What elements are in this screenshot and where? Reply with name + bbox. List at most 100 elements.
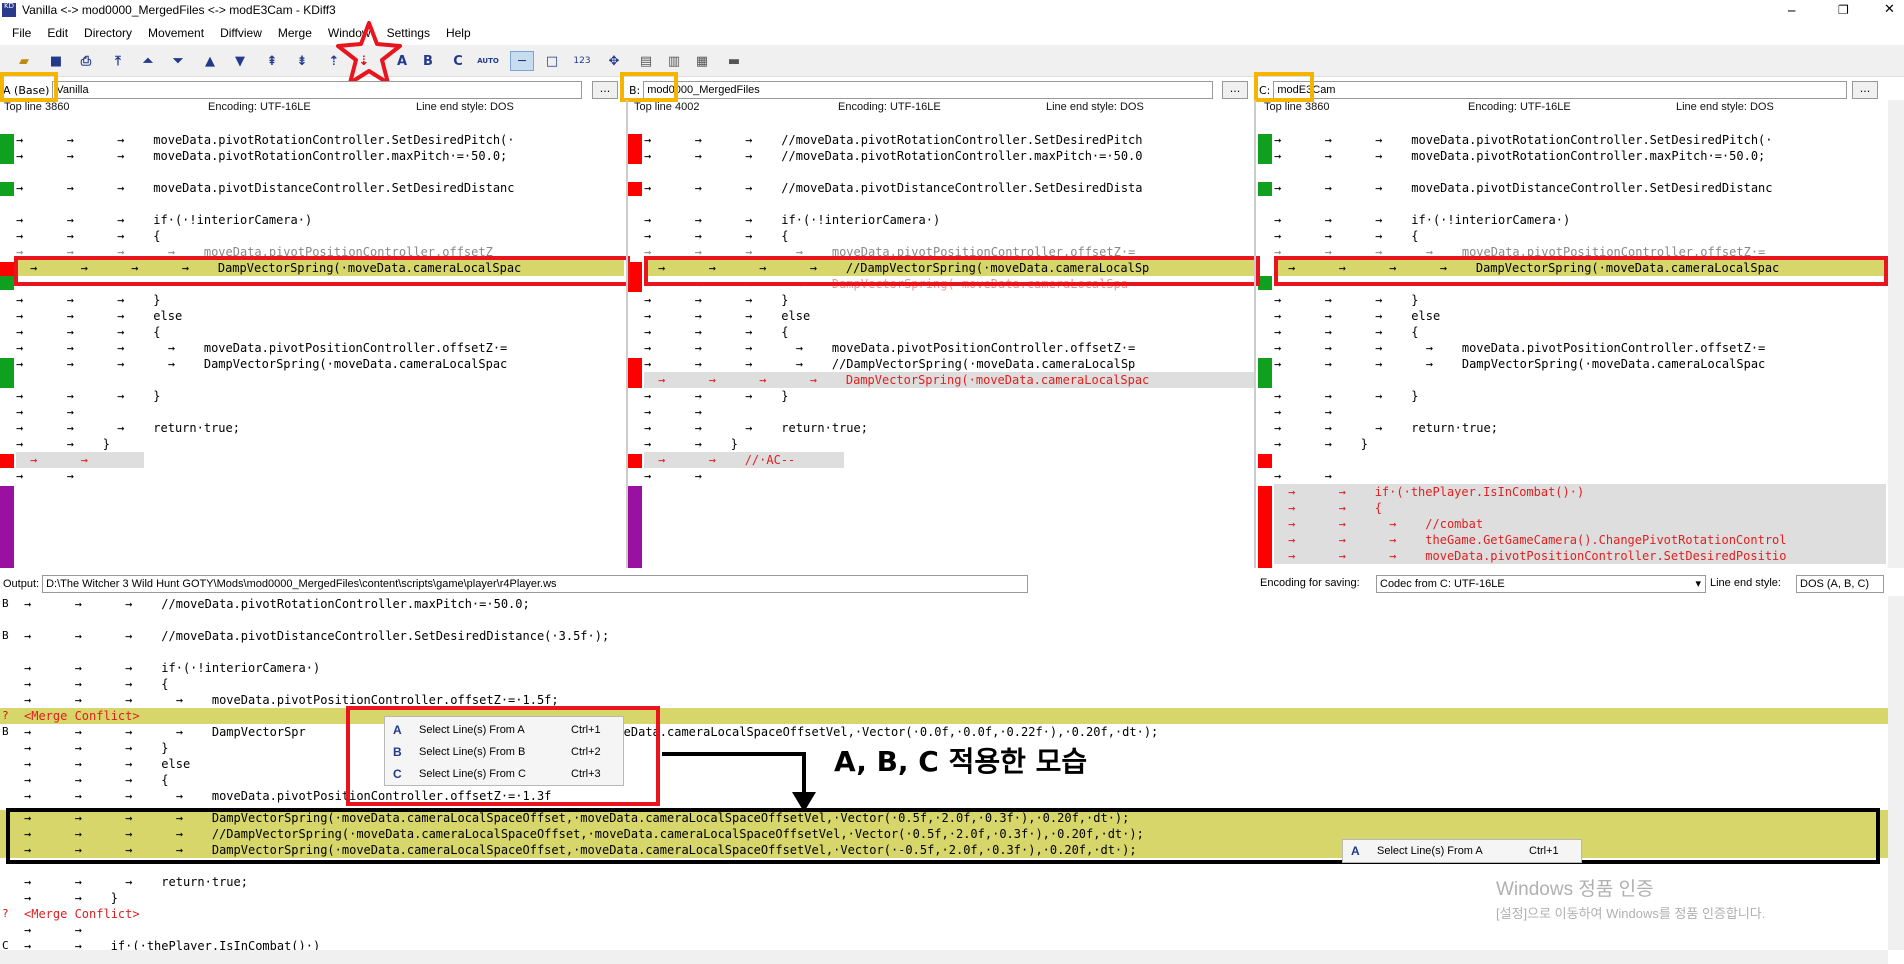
- go-next-conflict-icon[interactable]: ⇟: [292, 51, 312, 71]
- menu-movement[interactable]: Movement: [140, 26, 212, 40]
- pane-a-marker: [0, 262, 14, 276]
- pane-a-file-input[interactable]: Vanilla: [52, 81, 583, 99]
- auto-solve-icon[interactable]: AUTO: [477, 51, 499, 71]
- pane-c-marker: [1258, 358, 1272, 388]
- pane-a-text[interactable]: → → → moveData.pivotRotationController.S…: [16, 116, 624, 568]
- go-prev-delta-icon[interactable]: ⏶: [138, 51, 158, 71]
- go-top-icon[interactable]: ⤒: [108, 51, 128, 71]
- output-line-text: → → → {: [24, 773, 169, 787]
- pane-a-top-line: Top line 3860: [4, 101, 70, 113]
- encoding-saving-label: Encoding for saving:: [1260, 577, 1360, 589]
- menu-directory[interactable]: Directory: [76, 26, 140, 40]
- pane-c-marker: [1258, 454, 1272, 468]
- code-line: → → → moveData.pivotDistanceController.S…: [16, 181, 515, 195]
- output-line: → → → → moveData.pivotPositionController…: [0, 692, 1888, 708]
- code-line: → →: [16, 469, 74, 483]
- pane-c-text[interactable]: → → → moveData.pivotRotationController.S…: [1274, 116, 1886, 568]
- go-next-delta-icon[interactable]: ⏷: [168, 51, 188, 71]
- windows-activation-watermark: Windows 정품 인증 [설정]으로 이동하여 Windows를 정품 인증…: [1496, 874, 1765, 922]
- pane-c-browse-button[interactable]: ...: [1852, 81, 1878, 99]
- code-line: → → → moveData.pivotRotationController.m…: [1274, 149, 1766, 163]
- code-line: → → → else: [16, 309, 183, 323]
- code-line: → → → return·true;: [1274, 421, 1498, 435]
- a-icon: A: [1351, 844, 1360, 858]
- pane-a-marker: [0, 486, 14, 568]
- code-line: → → → }: [644, 389, 789, 403]
- window-layout-1-icon[interactable]: ▤: [636, 51, 656, 71]
- menu-edit[interactable]: Edit: [39, 26, 76, 40]
- select-c-icon[interactable]: C: [448, 51, 468, 71]
- code-line: → → {: [1274, 500, 1886, 516]
- code-line: → → → }: [1274, 389, 1419, 403]
- pane-a-marker: [0, 134, 14, 164]
- code-line: → → }: [16, 437, 110, 451]
- line-end-style-value: DOS (A, B, C): [1800, 578, 1870, 590]
- pane-a-browse-button[interactable]: ...: [592, 81, 618, 99]
- output-vertical-scrollbar[interactable]: [1888, 596, 1904, 950]
- code-line: → → → moveData.pivotRotationController.S…: [16, 133, 515, 147]
- output-line-text: → → → //moveData.pivotRotationController…: [24, 597, 530, 611]
- show-whitespace-icon[interactable]: ─: [510, 51, 534, 71]
- close-icon[interactable]: ✕: [1884, 2, 1898, 17]
- show-space-icon[interactable]: □: [542, 51, 562, 71]
- code-line: → → → moveData.pivotRotationController.S…: [1274, 133, 1773, 147]
- output-path-input[interactable]: D:\The Witcher 3 Wild Hunt GOTY\Mods\mod…: [42, 575, 1029, 593]
- pane-b-browse-button[interactable]: ...: [1222, 81, 1248, 99]
- annotation-arrow: [662, 752, 816, 812]
- menu-file[interactable]: File: [4, 26, 39, 40]
- line-numbers-icon[interactable]: 123: [572, 51, 592, 71]
- pane-divider[interactable]: [626, 100, 628, 568]
- pane-c-marker: [1258, 486, 1272, 568]
- pane-c-header: C: modE3Cam: [1256, 80, 1888, 100]
- pane-c-top-line: Top line 3860: [1264, 101, 1330, 113]
- menu-help[interactable]: Help: [438, 26, 479, 40]
- code-line: → → → → DampVectorSpring(·moveData.camer…: [16, 357, 508, 371]
- pane-b-text[interactable]: → → → //moveData.pivotRotationController…: [644, 116, 1254, 568]
- code-line: → → → }: [644, 293, 789, 307]
- code-line: → → → //moveData.pivotRotationController…: [644, 149, 1143, 163]
- open-icon[interactable]: ▰: [14, 51, 34, 71]
- line-end-style-label: Line end style:: [1710, 577, 1781, 589]
- code-line: → → → → moveData.pivotPositionController…: [644, 341, 1136, 355]
- pane-divider[interactable]: [1254, 100, 1256, 568]
- menu-diffview[interactable]: Diffview: [212, 26, 270, 40]
- code-line: → → → if·(·!interiorCamera·): [16, 213, 313, 227]
- print-icon[interactable]: ⎙: [76, 51, 96, 71]
- select-b-icon[interactable]: B: [418, 51, 438, 71]
- save-icon[interactable]: ■: [46, 51, 66, 71]
- go-next-diff-icon[interactable]: ▼: [230, 51, 250, 71]
- pane-b-top-line: Top line 4002: [634, 101, 700, 113]
- window-layout-3-icon[interactable]: ▦: [692, 51, 712, 71]
- pane-b-header: B: mod0000_MergedFiles: [626, 80, 1252, 100]
- vertical-scrollbar[interactable]: [1888, 100, 1904, 568]
- diff-icon[interactable]: ✥: [604, 51, 624, 71]
- encoding-saving-select[interactable]: Codec from C: UTF-16LE ▾: [1376, 575, 1706, 593]
- code-line: → →: [16, 405, 74, 419]
- code-line: → → → else: [644, 309, 811, 323]
- code-line: → → → else: [1274, 309, 1441, 323]
- output-line: → → → → moveData.pivotPositionController…: [0, 788, 1888, 804]
- output-label: Output:: [3, 578, 40, 590]
- code-line: → → → //combat: [1274, 516, 1886, 532]
- output-line: ? <Merge Conflict>: [0, 708, 1888, 724]
- go-prev-conflict-icon[interactable]: ⇞: [262, 51, 282, 71]
- code-line: → → }: [644, 437, 738, 451]
- window-layout-2-icon[interactable]: ▥: [664, 51, 684, 71]
- line-end-style-select[interactable]: DOS (A, B, C): [1796, 575, 1884, 593]
- code-line: → → → {: [16, 325, 161, 339]
- pane-b-marker: [628, 358, 642, 388]
- menu-merge[interactable]: Merge: [270, 26, 320, 40]
- pane-b-marker: [628, 454, 642, 468]
- pane-b-file-input[interactable]: mod0000_MergedFiles: [643, 81, 1214, 99]
- window-layout-4-icon[interactable]: ▬: [724, 51, 744, 71]
- pane-c-file-input[interactable]: modE3Cam: [1273, 81, 1848, 99]
- go-prev-diff-icon[interactable]: ▲: [200, 51, 220, 71]
- code-line: → → → → //DampVectorSpring(·moveData.cam…: [644, 357, 1136, 371]
- horizontal-scrollbar[interactable]: [0, 950, 1888, 964]
- output-line-text: → → → return·true;: [24, 875, 248, 889]
- maximize-icon[interactable]: ❐: [1838, 3, 1852, 17]
- minimize-icon[interactable]: ─: [1788, 4, 1802, 18]
- output-line-source: B: [2, 597, 9, 610]
- output-line-text: <Merge Conflict>: [24, 709, 140, 723]
- menu-select-from-a[interactable]: A Select Line(s) From A Ctrl+1: [1343, 840, 1581, 862]
